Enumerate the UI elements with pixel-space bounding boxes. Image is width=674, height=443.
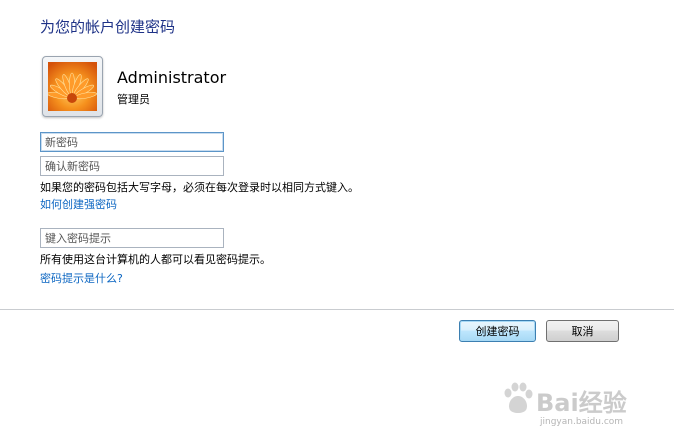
what-is-hint-link[interactable]: 密码提示是什么? xyxy=(40,270,123,286)
page-title: 为您的帐户创建密码 xyxy=(40,18,176,36)
cancel-button[interactable]: 取消 xyxy=(546,320,619,342)
hint-visibility-note: 所有使用这台计算机的人都可以看见密码提示。 xyxy=(40,253,271,266)
user-role: 管理员 xyxy=(117,93,150,106)
avatar xyxy=(42,56,103,117)
password-hint-field[interactable] xyxy=(40,228,224,248)
watermark-url: jingyan.baidu.com xyxy=(540,417,624,427)
confirm-password-field[interactable] xyxy=(40,156,224,176)
user-name: Administrator xyxy=(117,68,227,87)
new-password-field[interactable] xyxy=(40,132,224,152)
separator xyxy=(0,309,674,310)
flower-avatar-icon xyxy=(48,62,97,111)
case-sensitive-note: 如果您的密码包括大写字母，必须在每次登录时以相同方式键入。 xyxy=(40,181,359,194)
paw-logo-icon xyxy=(504,382,533,413)
watermark-text: Bai经验 xyxy=(536,389,627,417)
create-password-button[interactable]: 创建密码 xyxy=(459,320,536,342)
baidu-watermark: Bai经验 jingyan.baidu.com xyxy=(498,375,668,435)
strong-password-link[interactable]: 如何创建强密码 xyxy=(40,196,117,212)
create-password-page: 为您的帐户创建密码 Administrator 管理员 如果您的密码包括大写字母… xyxy=(0,0,674,443)
